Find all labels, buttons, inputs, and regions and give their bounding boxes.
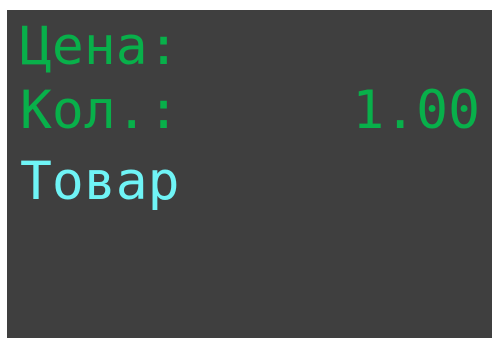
price-label: Цена: [20, 16, 180, 77]
quantity-value: 1.00 [352, 80, 480, 141]
price-line: Цена: [20, 15, 180, 79]
item-label: Товар [20, 151, 180, 212]
display-screen: Цена: Кол.: 1.00 Товар [7, 10, 492, 338]
quantity-label: Кол.: [20, 80, 180, 141]
quantity-line: Кол.: 1.00 [20, 79, 480, 143]
item-line: Товар [20, 150, 180, 214]
